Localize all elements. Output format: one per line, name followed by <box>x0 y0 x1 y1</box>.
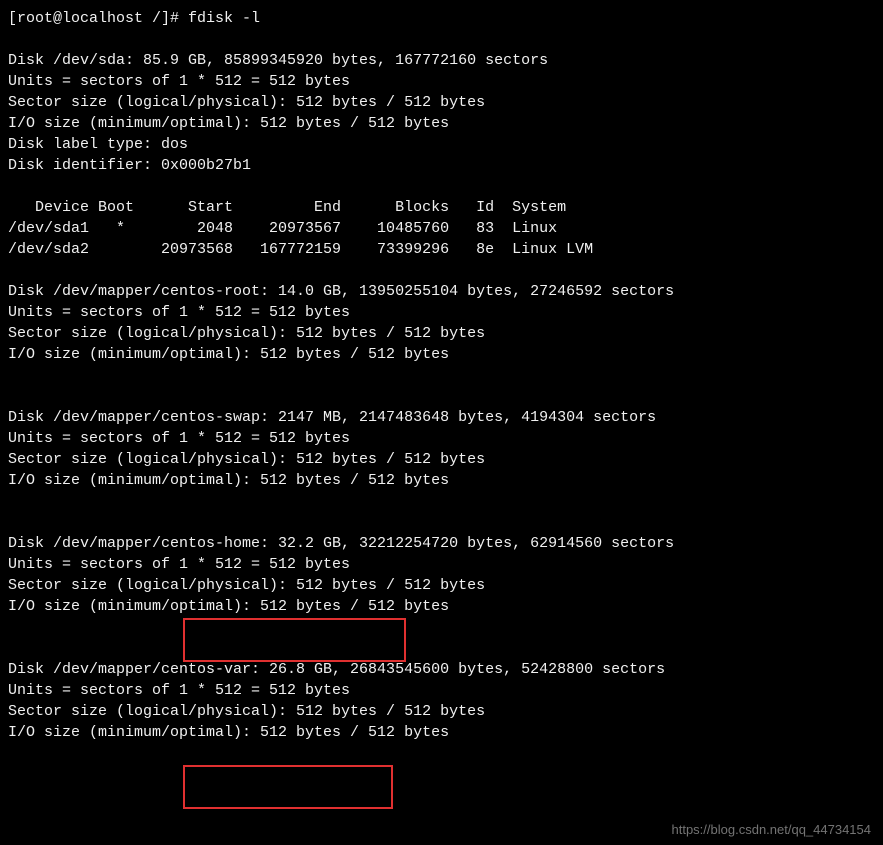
blank-line <box>8 29 875 50</box>
highlight-centos-var <box>183 765 393 809</box>
partition-row-2: /dev/sda2 20973568 167772159 73399296 8e… <box>8 239 875 260</box>
disk-sda-units: Units = sectors of 1 * 512 = 512 bytes <box>8 71 875 92</box>
blank-line <box>8 176 875 197</box>
disk-swap-units: Units = sectors of 1 * 512 = 512 bytes <box>8 428 875 449</box>
partition-row-1: /dev/sda1 * 2048 20973567 10485760 83 Li… <box>8 218 875 239</box>
disk-sda-identifier: Disk identifier: 0x000b27b1 <box>8 155 875 176</box>
disk-home-header: Disk /dev/mapper/centos-home: 32.2 GB, 3… <box>8 533 875 554</box>
blank-line <box>8 512 875 533</box>
watermark: https://blog.csdn.net/qq_44734154 <box>672 821 872 839</box>
disk-swap-header: Disk /dev/mapper/centos-swap: 2147 MB, 2… <box>8 407 875 428</box>
disk-root-sector-size: Sector size (logical/physical): 512 byte… <box>8 323 875 344</box>
disk-home-sector-size: Sector size (logical/physical): 512 byte… <box>8 575 875 596</box>
blank-line <box>8 617 875 638</box>
disk-sda-sector-size: Sector size (logical/physical): 512 byte… <box>8 92 875 113</box>
disk-var-header: Disk /dev/mapper/centos-var: 26.8 GB, 26… <box>8 659 875 680</box>
disk-root-io-size: I/O size (minimum/optimal): 512 bytes / … <box>8 344 875 365</box>
blank-line <box>8 638 875 659</box>
disk-root-header: Disk /dev/mapper/centos-root: 14.0 GB, 1… <box>8 281 875 302</box>
disk-var-units: Units = sectors of 1 * 512 = 512 bytes <box>8 680 875 701</box>
disk-swap-sector-size: Sector size (logical/physical): 512 byte… <box>8 449 875 470</box>
disk-var-sector-size: Sector size (logical/physical): 512 byte… <box>8 701 875 722</box>
blank-line <box>8 260 875 281</box>
disk-swap-io-size: I/O size (minimum/optimal): 512 bytes / … <box>8 470 875 491</box>
blank-line <box>8 365 875 386</box>
prompt-line[interactable]: [root@localhost /]# fdisk -l <box>8 8 875 29</box>
blank-line <box>8 491 875 512</box>
partition-header: Device Boot Start End Blocks Id System <box>8 197 875 218</box>
disk-sda-header: Disk /dev/sda: 85.9 GB, 85899345920 byte… <box>8 50 875 71</box>
disk-home-io-size: I/O size (minimum/optimal): 512 bytes / … <box>8 596 875 617</box>
command-text: fdisk -l <box>188 10 260 27</box>
disk-sda-label-type: Disk label type: dos <box>8 134 875 155</box>
disk-sda-io-size: I/O size (minimum/optimal): 512 bytes / … <box>8 113 875 134</box>
disk-root-units: Units = sectors of 1 * 512 = 512 bytes <box>8 302 875 323</box>
blank-line <box>8 386 875 407</box>
disk-var-io-size: I/O size (minimum/optimal): 512 bytes / … <box>8 722 875 743</box>
terminal-output: [root@localhost /]# fdisk -l Disk /dev/s… <box>8 8 875 743</box>
prompt: [root@localhost /]# <box>8 10 179 27</box>
disk-home-units: Units = sectors of 1 * 512 = 512 bytes <box>8 554 875 575</box>
